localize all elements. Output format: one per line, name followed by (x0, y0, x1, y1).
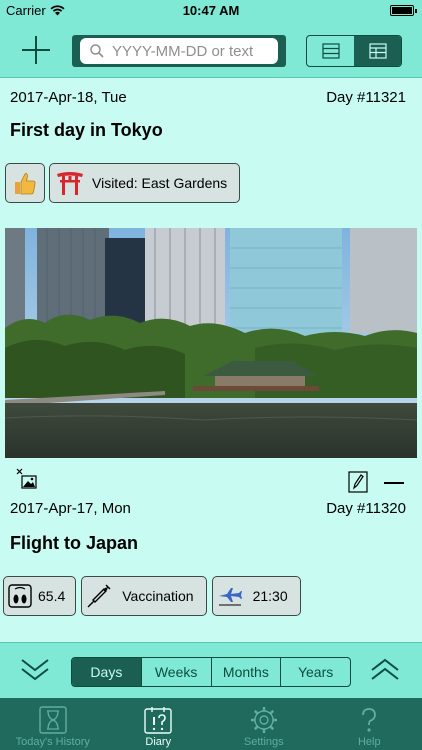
tag-label: Vaccination (122, 588, 194, 604)
tag-label: 21:30 (252, 588, 288, 604)
list-icon (321, 43, 340, 59)
thumbs-up-icon (15, 172, 36, 195)
entry-header: 2017-Apr-17, Mon Day #11320 (0, 494, 422, 517)
entry-header: 2017-Apr-18, Tue Day #11321 (0, 79, 422, 106)
detail-view-button[interactable] (354, 36, 401, 66)
entry-title: First day in Tokyo (10, 120, 163, 140)
tab-label: Settings (243, 736, 284, 748)
search-input[interactable] (112, 42, 262, 60)
range-bar: Days Weeks Months Years (0, 642, 422, 698)
range-years[interactable]: Years (280, 658, 350, 686)
entry-tags: 65.4 Vaccination 21:30 (0, 576, 422, 616)
tag-label: Visited: East Gardens (92, 175, 228, 191)
syringe-icon (87, 584, 111, 608)
diary-list[interactable]: 2017-Apr-18, Tue Day #11321 First day in… (0, 79, 422, 642)
torii-gate-icon (57, 172, 83, 195)
search-icon (90, 44, 104, 58)
tag-thumbs-up[interactable] (5, 163, 45, 203)
diary-icon (144, 707, 172, 734)
tab-diary[interactable]: Diary (106, 698, 212, 750)
view-mode-toggle (306, 35, 402, 67)
entry-title: Flight to Japan (10, 533, 138, 553)
search-field-container[interactable] (80, 38, 278, 64)
collapse-entry-button[interactable] (384, 482, 404, 484)
search-bar (72, 35, 286, 67)
tab-help[interactable]: Help (317, 698, 422, 750)
add-entry-button[interactable] (22, 36, 50, 64)
entry-day-number: Day #11320 (326, 500, 406, 517)
scroll-up-icon[interactable] (370, 656, 400, 684)
entry-tags: Visited: East Gardens (0, 163, 422, 203)
tag-visited[interactable]: Visited: East Gardens (49, 163, 241, 203)
range-weeks[interactable]: Weeks (140, 658, 211, 686)
scroll-down-icon[interactable] (20, 656, 50, 684)
hourglass-icon (39, 706, 67, 734)
tab-bar: Today's History Diary Settings Help (0, 698, 422, 750)
tab-todays-history[interactable]: Today's History (0, 698, 106, 750)
range-days[interactable]: Days (72, 658, 141, 686)
diary-entry[interactable]: 2017-Apr-17, Mon Day #11320 Flight to Ja… (0, 494, 422, 616)
tab-settings[interactable]: Settings (211, 698, 317, 750)
range-months[interactable]: Months (210, 658, 281, 686)
scale-icon (8, 584, 32, 608)
gear-icon (250, 707, 277, 733)
entry-actions (0, 458, 422, 494)
status-time: 10:47 AM (182, 3, 240, 18)
diary-entry[interactable]: 2017-Apr-18, Tue Day #11321 First day in… (0, 79, 422, 494)
status-bar: Carrier 10:47 AM (0, 0, 422, 22)
tag-weight[interactable]: 65.4 (3, 576, 77, 616)
airplane-icon (218, 588, 242, 606)
tag-label: 65.4 (38, 588, 66, 604)
entry-day-number: Day #11321 (326, 89, 406, 106)
tab-label: Diary (145, 736, 172, 748)
list-view-button[interactable] (307, 36, 354, 66)
tag-vaccination[interactable]: Vaccination (81, 576, 207, 616)
remove-photo-icon[interactable] (16, 468, 40, 492)
question-icon (362, 708, 377, 732)
top-toolbar (0, 22, 422, 78)
range-segmented-control: Days Weeks Months Years (71, 657, 351, 687)
tab-label: Help (357, 736, 381, 748)
tab-label: Today's History (15, 736, 90, 748)
detail-icon (368, 43, 387, 59)
tag-flight[interactable]: 21:30 (211, 576, 301, 616)
edit-icon[interactable] (348, 471, 368, 493)
entry-date: 2017-Apr-18, Tue (10, 89, 127, 106)
entry-date: 2017-Apr-17, Mon (10, 500, 131, 517)
entry-photo[interactable] (5, 228, 417, 458)
battery-icon (390, 5, 417, 16)
